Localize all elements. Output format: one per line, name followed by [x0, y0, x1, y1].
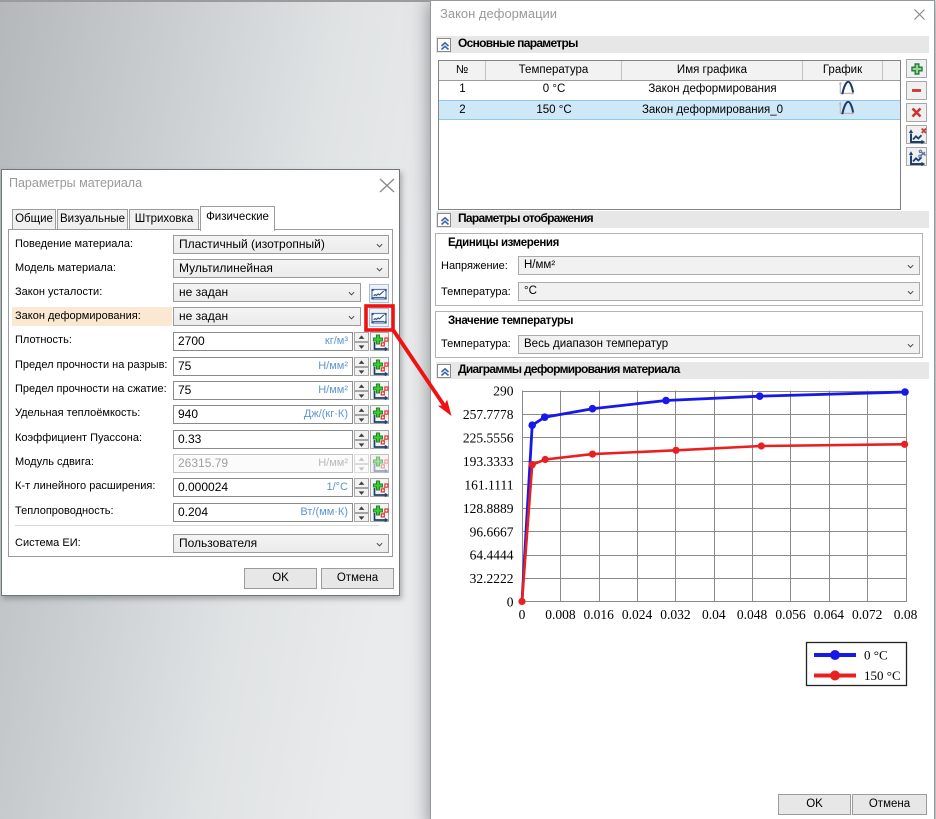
svg-text:0.056: 0.056	[775, 607, 806, 622]
svg-text:0.08: 0.08	[894, 607, 918, 622]
svg-text:0.032: 0.032	[660, 607, 690, 622]
svg-text:161.1111: 161.1111	[464, 477, 513, 492]
svg-text:150 °C: 150 °C	[864, 668, 901, 683]
svg-text:0: 0	[519, 607, 526, 622]
svg-text:290: 290	[493, 384, 514, 399]
svg-text:0.04: 0.04	[702, 607, 726, 622]
svg-text:225.5556: 225.5556	[463, 431, 514, 446]
svg-text:96.6667: 96.6667	[470, 524, 514, 539]
svg-text:0.064: 0.064	[814, 607, 845, 622]
svg-text:64.4444: 64.4444	[470, 548, 514, 563]
svg-text:257.7778: 257.7778	[463, 407, 514, 422]
svg-text:128.8889: 128.8889	[463, 501, 514, 516]
svg-text:32.2222: 32.2222	[470, 571, 514, 586]
svg-text:0.048: 0.048	[737, 607, 768, 622]
svg-text:0.024: 0.024	[622, 607, 653, 622]
svg-text:0.016: 0.016	[584, 607, 615, 622]
svg-text:0.072: 0.072	[852, 607, 882, 622]
svg-text:0.008: 0.008	[545, 607, 576, 622]
svg-text:0 °C: 0 °C	[864, 648, 888, 663]
svg-text:193.3333: 193.3333	[463, 454, 514, 469]
svg-text:0: 0	[507, 595, 514, 610]
